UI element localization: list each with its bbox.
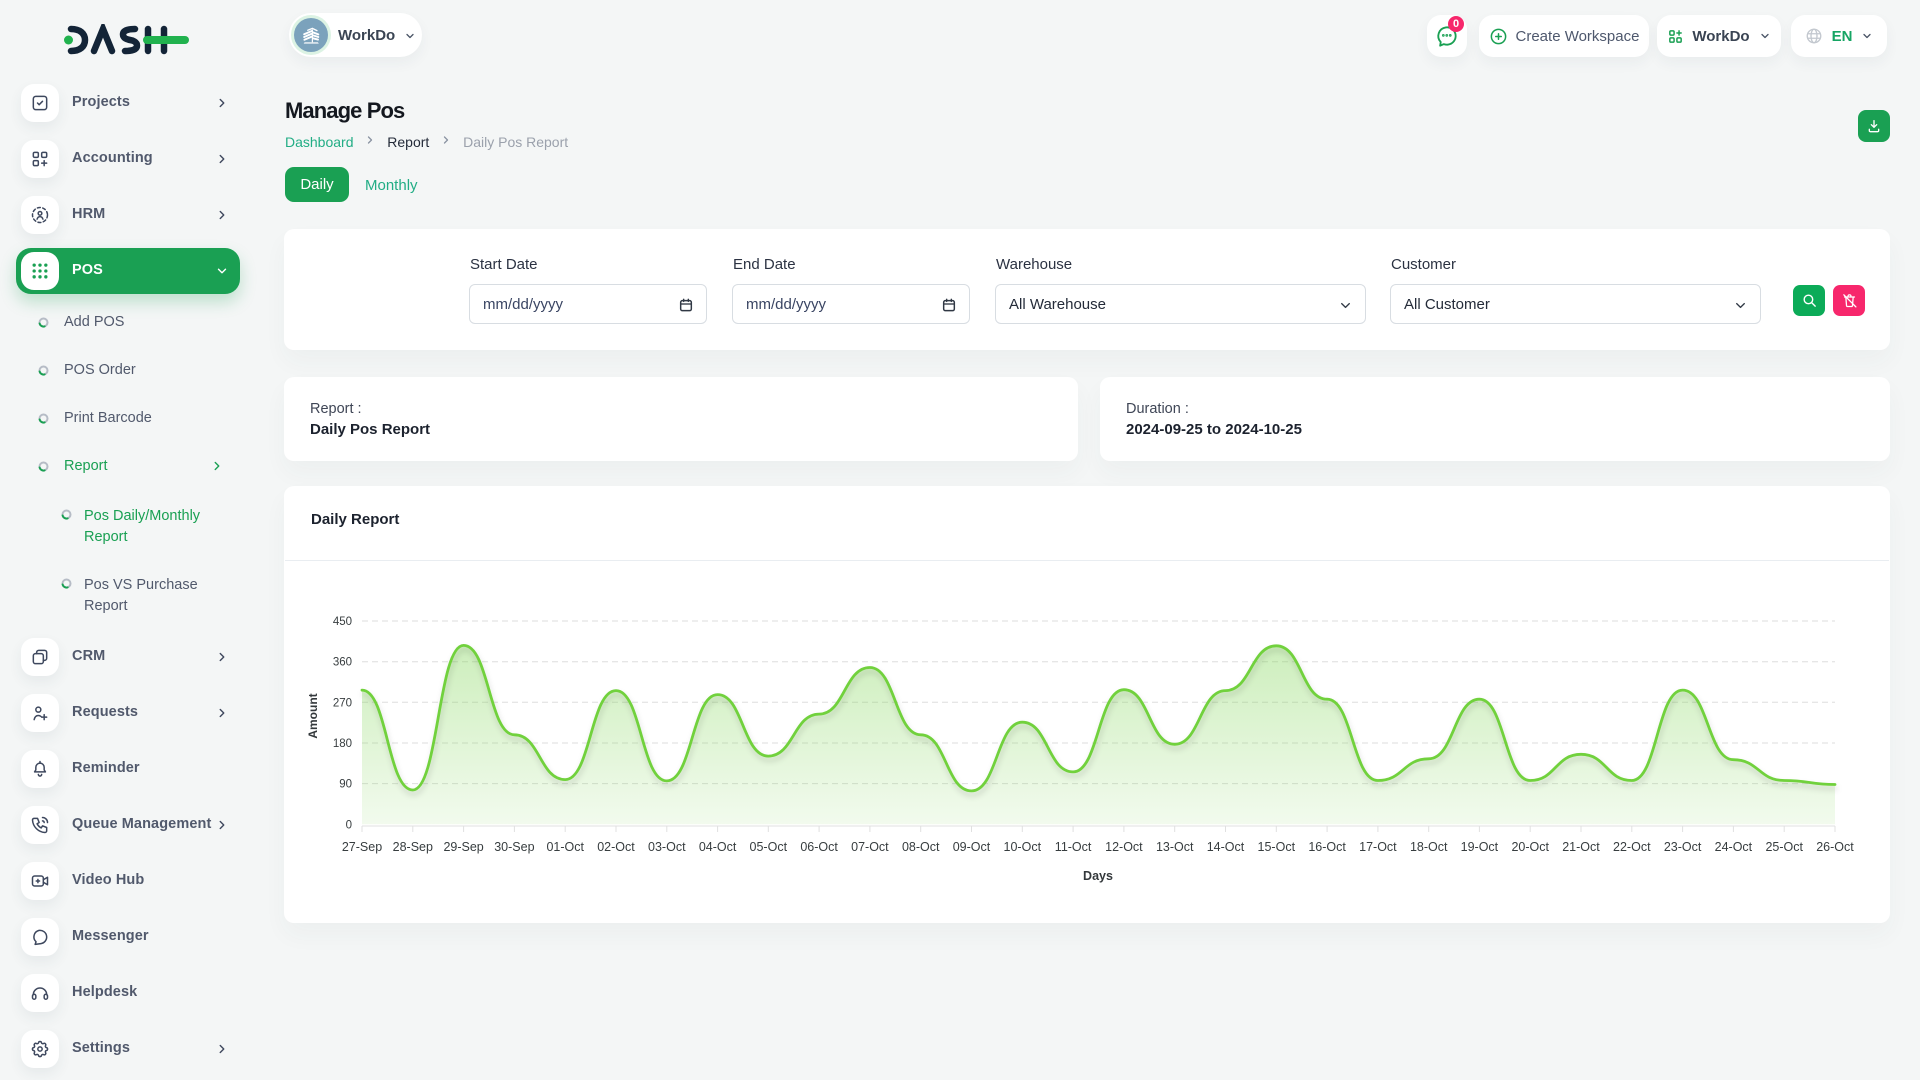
svg-text:10-Oct: 10-Oct bbox=[1004, 840, 1042, 854]
svg-text:90: 90 bbox=[339, 779, 352, 791]
svg-text:15-Oct: 15-Oct bbox=[1258, 840, 1296, 854]
svg-text:27-Sep: 27-Sep bbox=[342, 840, 382, 854]
svg-text:0: 0 bbox=[346, 819, 352, 831]
svg-text:02-Oct: 02-Oct bbox=[597, 840, 635, 854]
svg-text:24-Oct: 24-Oct bbox=[1715, 840, 1753, 854]
svg-text:25-Oct: 25-Oct bbox=[1765, 840, 1803, 854]
svg-text:13-Oct: 13-Oct bbox=[1156, 840, 1194, 854]
svg-text:23-Oct: 23-Oct bbox=[1664, 840, 1702, 854]
svg-text:09-Oct: 09-Oct bbox=[953, 840, 991, 854]
svg-text:450: 450 bbox=[333, 616, 352, 628]
svg-text:14-Oct: 14-Oct bbox=[1207, 840, 1245, 854]
svg-text:360: 360 bbox=[333, 657, 352, 669]
svg-text:17-Oct: 17-Oct bbox=[1359, 840, 1397, 854]
svg-text:18-Oct: 18-Oct bbox=[1410, 840, 1448, 854]
svg-text:06-Oct: 06-Oct bbox=[800, 840, 838, 854]
svg-text:180: 180 bbox=[333, 738, 352, 750]
svg-text:Days: Days bbox=[1083, 869, 1113, 883]
svg-text:03-Oct: 03-Oct bbox=[648, 840, 686, 854]
svg-text:08-Oct: 08-Oct bbox=[902, 840, 940, 854]
svg-text:07-Oct: 07-Oct bbox=[851, 840, 889, 854]
svg-text:30-Sep: 30-Sep bbox=[494, 840, 534, 854]
svg-text:29-Sep: 29-Sep bbox=[443, 840, 483, 854]
svg-text:20-Oct: 20-Oct bbox=[1511, 840, 1549, 854]
svg-text:04-Oct: 04-Oct bbox=[699, 840, 737, 854]
svg-text:Amount: Amount bbox=[306, 693, 320, 738]
svg-text:270: 270 bbox=[333, 697, 352, 709]
svg-text:19-Oct: 19-Oct bbox=[1461, 840, 1499, 854]
svg-text:26-Oct: 26-Oct bbox=[1816, 840, 1854, 854]
svg-text:05-Oct: 05-Oct bbox=[750, 840, 788, 854]
svg-text:12-Oct: 12-Oct bbox=[1105, 840, 1143, 854]
svg-text:22-Oct: 22-Oct bbox=[1613, 840, 1651, 854]
svg-text:28-Sep: 28-Sep bbox=[393, 840, 433, 854]
svg-text:01-Oct: 01-Oct bbox=[546, 840, 584, 854]
svg-text:16-Oct: 16-Oct bbox=[1308, 840, 1346, 854]
svg-text:11-Oct: 11-Oct bbox=[1055, 840, 1092, 854]
svg-text:21-Oct: 21-Oct bbox=[1562, 840, 1600, 854]
